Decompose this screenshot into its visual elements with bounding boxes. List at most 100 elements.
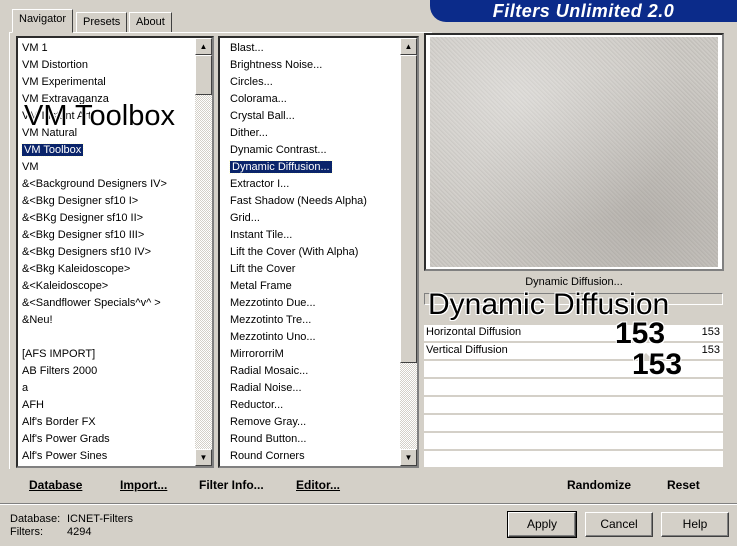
filter-item[interactable]: Mezzotinto Due... xyxy=(226,295,399,312)
category-item[interactable]: VM Distortion xyxy=(18,57,194,74)
category-item[interactable]: &<BKg Designer sf10 II> xyxy=(18,210,194,227)
filter-item[interactable]: Mezzotinto Uno... xyxy=(226,329,399,346)
filter-item[interactable]: Mezzotinto Tre... xyxy=(226,312,399,329)
param-label: Vertical Diffusion xyxy=(426,344,508,356)
filter-item[interactable]: Circles... xyxy=(226,74,399,91)
category-item[interactable] xyxy=(18,329,194,346)
filter-list[interactable]: Blast... Brightness Noise... Circles... Col… xyxy=(218,36,419,468)
category-item[interactable]: &<Bkg Designers sf10 IV> xyxy=(18,244,194,261)
status-filters-label: Filters: xyxy=(10,526,43,538)
filter-item[interactable]: Brightness Noise... xyxy=(226,57,399,74)
filter-item[interactable]: Remove Gray... xyxy=(226,414,399,431)
category-item[interactable]: &Neu! xyxy=(18,312,194,329)
database-button[interactable]: Database xyxy=(29,478,82,492)
tab-navigator[interactable]: Navigator xyxy=(12,9,74,33)
randomize-button[interactable]: Randomize xyxy=(567,478,631,492)
filter-item[interactable]: Lift the Cover xyxy=(226,261,399,278)
category-item-label: AB Filters 2000 xyxy=(22,365,98,377)
filter-item-label: Round Button... xyxy=(230,433,307,445)
filter-items: Blast... Brightness Noise... Circles... Col… xyxy=(226,40,399,465)
filter-item-label: Crystal Ball... xyxy=(230,110,295,122)
filter-item[interactable]: Lift the Cover (With Alpha) xyxy=(226,244,399,261)
filter-item-label: MirrororriM xyxy=(230,348,284,360)
filter-item-label: Metal Frame xyxy=(230,280,292,292)
filter-item[interactable]: Radial Noise... xyxy=(226,380,399,397)
category-item[interactable]: AB Filters 2000 xyxy=(18,363,194,380)
overlay-value-1: 153 xyxy=(615,317,666,350)
category-item[interactable]: &<Bkg Designer sf10 I> xyxy=(18,193,194,210)
param-row-empty xyxy=(424,451,723,468)
filter-item[interactable]: Crystal Ball... xyxy=(226,108,399,125)
filter-item[interactable]: Instant Tile... xyxy=(226,227,399,244)
category-item[interactable]: &<Sandflower Specials^v^ > xyxy=(18,295,194,312)
reset-button[interactable]: Reset xyxy=(667,478,700,492)
param-value: 153 xyxy=(701,326,720,338)
scroll-up-button[interactable]: ▲ xyxy=(195,38,212,55)
scroll-thumb[interactable] xyxy=(195,55,212,95)
category-item-label: &<Bkg Designer sf10 I> xyxy=(22,195,139,207)
category-item[interactable]: Alf's Power Sines xyxy=(18,448,194,465)
category-item[interactable]: &<Kaleidoscope> xyxy=(18,278,194,295)
filter-item[interactable]: Dynamic Diffusion... xyxy=(226,159,399,176)
category-item[interactable]: [AFS IMPORT] xyxy=(18,346,194,363)
filter-item-label: Reductor... xyxy=(230,399,284,411)
database-label: Database xyxy=(29,478,83,492)
import-button[interactable]: Import... xyxy=(120,478,167,492)
filter-item-label: Grid... xyxy=(230,212,260,224)
filter-item-label: Extractor I... xyxy=(230,178,290,190)
scroll-up-button[interactable]: ▲ xyxy=(400,38,417,55)
param-row-horizontal[interactable]: Horizontal Diffusion 153 xyxy=(424,325,723,342)
filter-item[interactable]: Round Corners xyxy=(226,448,399,465)
filter-item[interactable]: Radial Mosaic... xyxy=(226,363,399,380)
filter-item-label: Instant Tile... xyxy=(230,229,293,241)
preview-caption: Dynamic Diffusion... xyxy=(525,276,623,288)
filter-scrollbar[interactable]: ▲ ▼ xyxy=(400,38,417,466)
filter-item-label: Remove Gray... xyxy=(230,416,307,428)
category-item[interactable]: VM Experimental xyxy=(18,74,194,91)
filter-item[interactable]: Round Button... xyxy=(226,431,399,448)
preview-image[interactable] xyxy=(430,37,718,267)
category-item[interactable]: Alf's Border FX xyxy=(18,414,194,431)
editor-button[interactable]: Editor... xyxy=(296,478,340,492)
filter-item[interactable]: Reductor... xyxy=(226,397,399,414)
filter-item[interactable]: Fast Shadow (Needs Alpha) xyxy=(226,193,399,210)
cancel-button[interactable]: Cancel xyxy=(585,512,653,537)
tab-about[interactable]: About xyxy=(129,12,172,32)
filter-item-label: Radial Noise... xyxy=(230,382,302,394)
randomize-label: Randomize xyxy=(567,478,632,492)
filter-item[interactable]: MirrororriM xyxy=(226,346,399,363)
filter-item-label: Lift the Cover xyxy=(230,263,296,275)
category-item[interactable]: a xyxy=(18,380,194,397)
tab-presets[interactable]: Presets xyxy=(76,12,128,32)
filter-item[interactable]: Dither... xyxy=(226,125,399,142)
brand-title: Filters Unlimited 2.0 xyxy=(430,0,737,22)
filter-item[interactable]: Extractor I... xyxy=(226,176,399,193)
help-button[interactable]: Help xyxy=(661,512,729,537)
filter-item[interactable]: Metal Frame xyxy=(226,278,399,295)
overlay-value-2: 153 xyxy=(632,348,683,381)
category-item[interactable]: AFH xyxy=(18,397,194,414)
filter-item[interactable]: Grid... xyxy=(226,210,399,227)
category-item[interactable]: &<Bkg Designer sf10 III> xyxy=(18,227,194,244)
scroll-down-button[interactable]: ▼ xyxy=(400,449,417,466)
filter-info-button[interactable]: Filter Info... xyxy=(199,478,264,492)
category-item[interactable]: VM xyxy=(18,159,194,176)
filter-item-label: Mezzotinto Tre... xyxy=(230,314,312,326)
filter-item[interactable]: Blast... xyxy=(226,40,399,57)
category-item[interactable]: &<Bkg Kaleidoscope> xyxy=(18,261,194,278)
param-row-empty xyxy=(424,397,723,414)
category-item-label: [AFS IMPORT] xyxy=(22,348,96,360)
scroll-down-button[interactable]: ▼ xyxy=(195,449,212,466)
category-item[interactable]: VM Toolbox xyxy=(18,142,194,159)
scroll-thumb[interactable] xyxy=(400,55,417,363)
filter-item[interactable]: Colorama... xyxy=(226,91,399,108)
category-item-label: VM Toolbox xyxy=(20,143,85,157)
category-item-label: VM Distortion xyxy=(22,59,89,71)
category-item[interactable]: VM 1 xyxy=(18,40,194,57)
category-item[interactable]: &<Background Designers IV> xyxy=(18,176,194,193)
apply-button[interactable]: Apply xyxy=(507,511,577,538)
category-scrollbar[interactable]: ▲ ▼ xyxy=(195,38,212,466)
filter-item[interactable]: Dynamic Contrast... xyxy=(226,142,399,159)
category-item[interactable]: Alf's Power Grads xyxy=(18,431,194,448)
category-item-label: &<Sandflower Specials^v^ > xyxy=(22,297,161,309)
